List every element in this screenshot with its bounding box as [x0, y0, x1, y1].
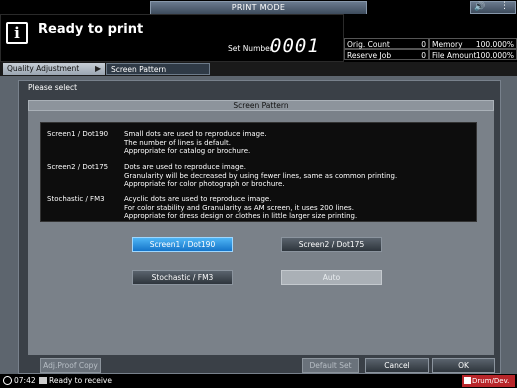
- file-amount: File Amount 100.000%: [429, 49, 517, 60]
- dots-icon[interactable]: ⋮: [500, 1, 509, 11]
- drum-icon: [464, 377, 471, 384]
- adj-proof-copy-button[interactable]: Adj.Proof Copy: [40, 358, 101, 373]
- desc-text-screen1: Small dots are used to reproduce image. …: [124, 130, 267, 155]
- desc-name-screen1: Screen1 / Dot190: [47, 130, 109, 138]
- clock-time: 07:42: [14, 376, 36, 385]
- cancel-button[interactable]: Cancel: [365, 358, 429, 373]
- default-set-button[interactable]: Default Set: [302, 358, 359, 373]
- clock-icon: [3, 376, 12, 385]
- printer-icon: [39, 377, 47, 384]
- set-number-label: Set Number: [228, 44, 273, 53]
- file-amount-value: 100.000%: [475, 51, 514, 60]
- reserve-job-label: Reserve Job: [347, 51, 392, 60]
- set-number-value: 0001: [270, 35, 320, 57]
- ok-button[interactable]: OK: [432, 358, 495, 373]
- info-icon: i: [6, 22, 28, 44]
- print-mode-tab[interactable]: PRINT MODE: [150, 1, 367, 14]
- desc-name-screen2: Screen2 / Dot175: [47, 163, 109, 171]
- desc-name-stochastic: Stochastic / FM3: [47, 195, 105, 203]
- orig-count: Orig. Count 0: [344, 38, 429, 49]
- memory: Memory 100.000%: [429, 38, 517, 49]
- auto-button[interactable]: Auto: [281, 270, 382, 285]
- screen2-dot175-button[interactable]: Screen2 / Dot175: [281, 237, 382, 252]
- chevron-right-icon: ▶: [95, 64, 102, 73]
- dialog-title: Screen Pattern: [28, 100, 494, 111]
- status-title: Ready to print: [38, 22, 144, 37]
- footer-status-text: Ready to receive: [49, 376, 112, 385]
- breadcrumb-screen-pattern: Screen Pattern: [106, 63, 210, 75]
- file-amount-label: File Amount: [432, 51, 477, 60]
- prompt-text: Please select: [28, 83, 78, 92]
- counters-panel: Orig. Count 0 Memory 100.000% Reserve Jo…: [344, 38, 517, 62]
- stochastic-fm3-button[interactable]: Stochastic / FM3: [132, 270, 233, 285]
- reserve-job: Reserve Job 0: [344, 49, 429, 60]
- screen1-dot190-button[interactable]: Screen1 / Dot190: [132, 237, 233, 252]
- breadcrumb-quality-adjustment[interactable]: Quality Adjustment: [3, 63, 105, 75]
- desc-text-screen2: Dots are used to reproduce image. Granul…: [124, 163, 398, 188]
- speaker-icon[interactable]: 🔊: [474, 2, 485, 12]
- reserve-job-value: 0: [421, 51, 426, 60]
- desc-text-stochastic: Acyclic dots are used to reproduce image…: [124, 195, 358, 220]
